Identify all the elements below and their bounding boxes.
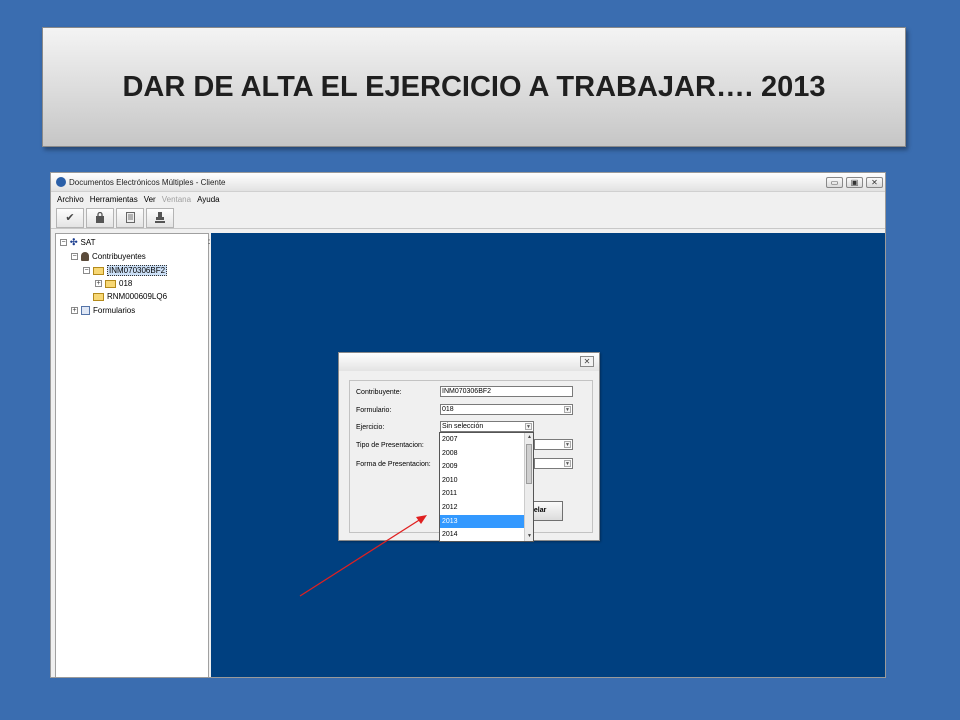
dropdown-scrollbar[interactable]: ▲ ▼ [524,433,533,541]
contribuyente-label: Contribuyente: [356,389,402,396]
dialog-titlebar[interactable]: ✕ [339,353,599,371]
scrollbar-thumb[interactable] [526,444,532,484]
menu-herramientas[interactable]: Herramientas [90,195,138,204]
dropdown-option[interactable]: 2012 [440,501,525,515]
collapse-icon[interactable]: − [83,267,90,274]
formulario-select[interactable]: 018 ▼ [440,404,573,415]
formulario-value: 018 [442,406,454,413]
forma-presentacion-label: Forma de Presentacion: [356,461,431,468]
chevron-down-icon[interactable]: ▼ [564,406,571,413]
menu-ventana: Ventana [161,195,192,204]
window-title: Documentos Electrónicos Múltiples - Clie… [69,178,226,187]
chevron-down-icon[interactable]: ▼ [564,460,571,467]
forms-icon [81,306,90,315]
splitter-handle[interactable]: : [208,237,210,246]
tree-label-form: 018 [119,279,133,288]
chevron-down-icon[interactable]: ▼ [564,441,571,448]
dialog: ✕ Contribuyente: INM070306BF2 Formulario… [338,352,600,542]
scroll-down-icon[interactable]: ▼ [525,532,534,541]
tree-label-sat: SAT [80,238,96,247]
dropdown-option[interactable]: 2011 [440,487,525,501]
formulario-label: Formulario: [356,407,392,414]
stamp-icon [155,212,165,223]
tree-label-rfc-other: RNM000609LQ6 [107,292,168,301]
document-button[interactable] [116,207,144,228]
app-window: Documentos Electrónicos Múltiples - Clie… [50,172,886,678]
restore-button[interactable]: ▣ [846,177,863,188]
expand-icon[interactable]: + [71,307,78,314]
check-button[interactable]: ✔ [56,207,84,228]
dropdown-option-selected[interactable]: 2013 [440,514,525,529]
sat-icon: ✣ [70,237,78,247]
tree-node-rfc-selected[interactable]: − INM070306BF2 [83,265,168,276]
check-icon: ✔ [65,212,75,224]
open-folder-icon [93,266,104,275]
slide-title-box: DAR DE ALTA EL EJERCICIO A TRABAJAR…. 20… [42,27,906,147]
stamp-button[interactable] [146,207,174,228]
window-titlebar[interactable]: Documentos Electrónicos Múltiples - Clie… [51,173,885,192]
tree-label-rfc-selected: INM070306BF2 [107,265,168,276]
lock-icon [96,212,104,223]
tipo-presentacion-label: Tipo de Presentacion: [356,442,424,449]
tree-node-contribuyentes[interactable]: − Contribuyentes [71,251,146,262]
minimize-button[interactable]: ▭ [826,177,843,188]
menu-ayuda[interactable]: Ayuda [197,195,220,204]
close-button[interactable]: ✕ [866,177,883,188]
dropdown-option[interactable]: 2009 [440,460,525,474]
contribuyente-field[interactable]: INM070306BF2 [440,386,573,397]
dialog-close-button[interactable]: ✕ [580,356,594,367]
tipo-presentacion-select[interactable]: ▼ [534,439,573,450]
lock-button[interactable] [86,207,114,228]
expand-icon[interactable]: + [95,280,102,287]
dropdown-option[interactable]: 2008 [440,447,525,461]
forma-presentacion-select[interactable]: ▼ [534,458,573,469]
ejercicio-dropdown-list: 2007 2008 2009 2010 2011 2012 2013 2014 … [439,432,534,542]
menubar: Archivo Herramientas Ver Ventana Ayuda [51,192,885,207]
tree-node-form[interactable]: + 018 [95,278,132,289]
tree-node-formularios[interactable]: + Formularios [71,305,135,316]
dropdown-option[interactable]: 2007 [440,433,525,447]
collapse-icon[interactable]: − [71,253,78,260]
toolbar: ✔ [51,207,885,229]
tree-node-sat[interactable]: − ✣ SAT [60,237,96,248]
dropdown-option[interactable]: 2010 [440,474,525,488]
ejercicio-value: Sin selección [442,423,484,430]
ejercicio-label: Ejercicio: [356,424,385,431]
app-icon [56,177,66,187]
slide-title: DAR DE ALTA EL EJERCICIO A TRABAJAR…. 20… [122,70,826,103]
scroll-up-icon[interactable]: ▲ [525,433,534,442]
person-icon [81,252,89,261]
menu-ver[interactable]: Ver [144,195,156,204]
folder-icon [93,292,104,301]
tree-label-formularios: Formularios [93,306,136,315]
dropdown-option[interactable]: 2014 [440,528,525,542]
ejercicio-select[interactable]: Sin selección ▼ [440,421,534,432]
collapse-icon[interactable]: − [60,239,67,246]
tree-label-contribuyentes: Contribuyentes [92,252,146,261]
tree-panel: − ✣ SAT − Contribuyentes − INM070306BF2 … [55,233,209,677]
chevron-down-icon[interactable]: ▼ [525,423,532,430]
tree-node-rfc-other[interactable]: RNM000609LQ6 [93,291,167,302]
document-icon [125,212,135,223]
menu-archivo[interactable]: Archivo [57,195,84,204]
folder-icon [105,279,116,288]
